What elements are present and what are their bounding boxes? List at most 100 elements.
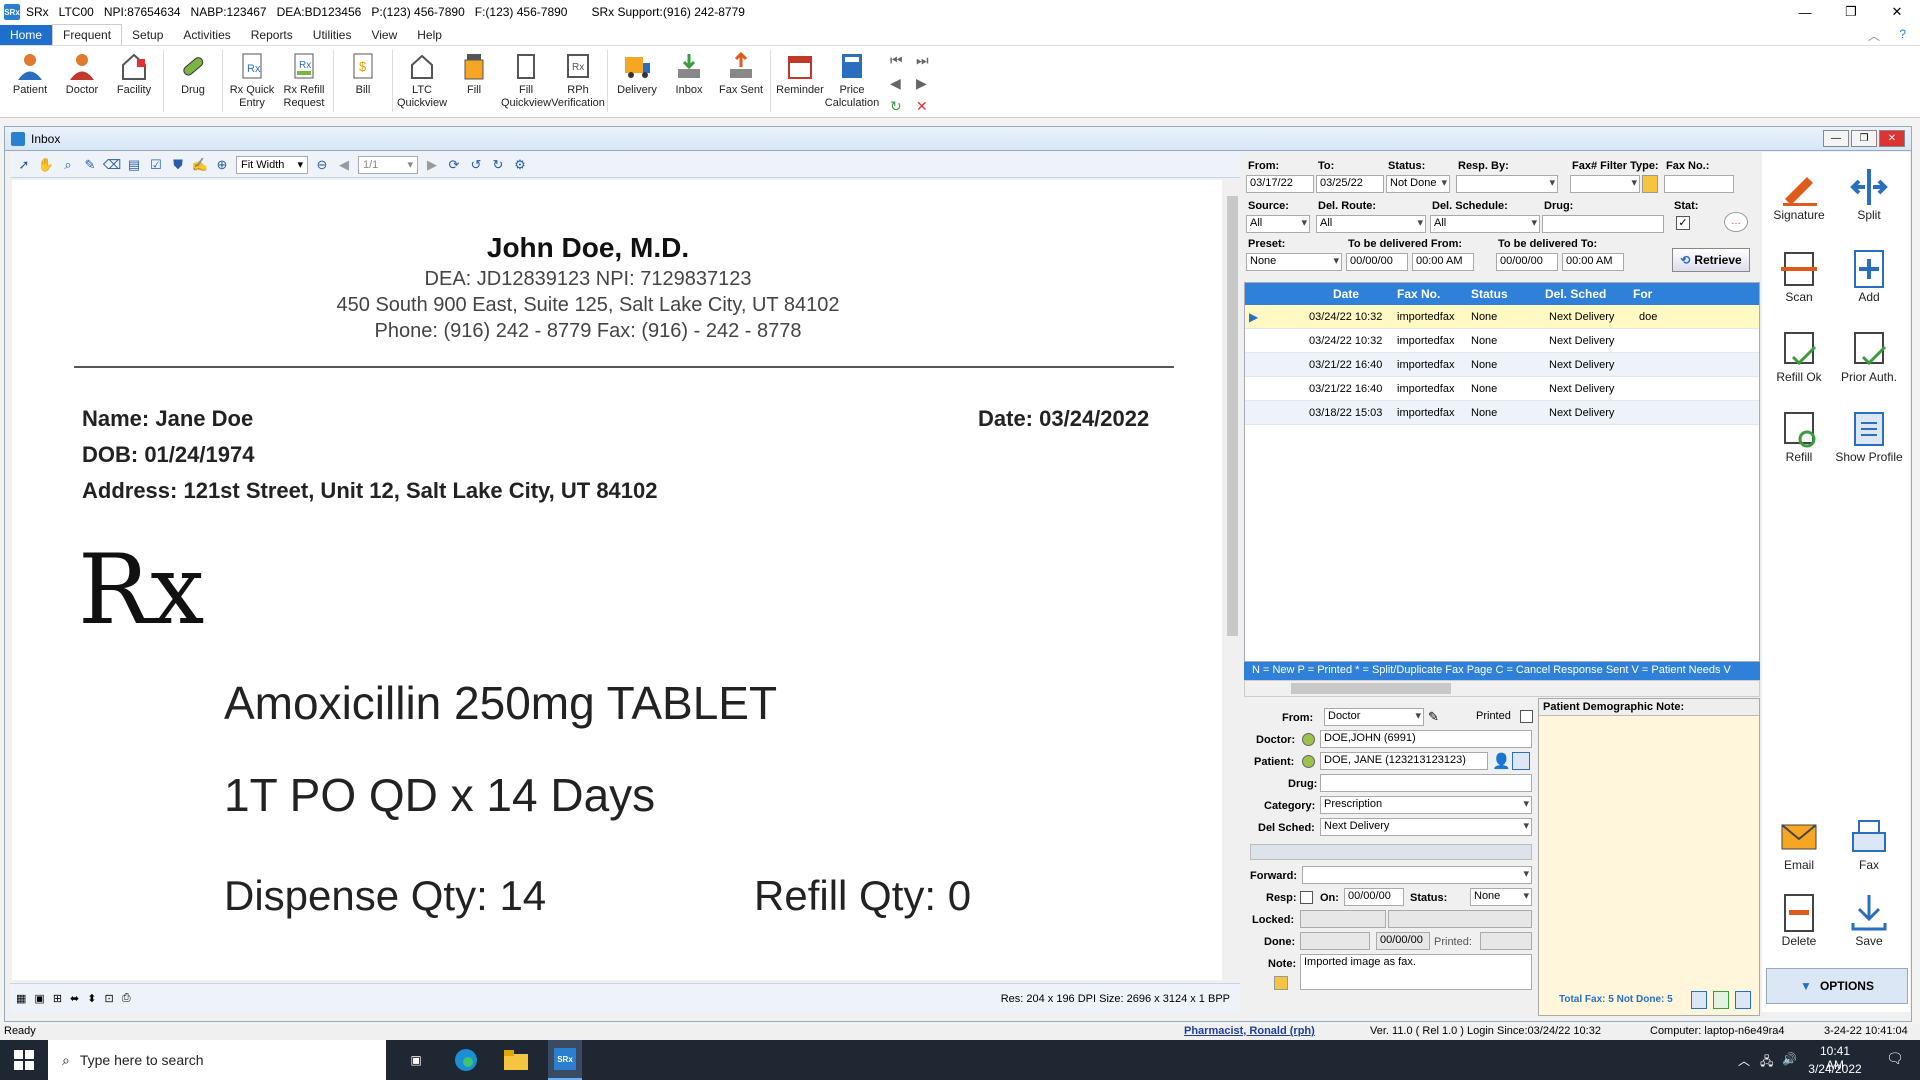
table-row[interactable]: 03/21/22 16:40 importedfax None Next Del… <box>1245 353 1759 377</box>
taskbar-search[interactable]: ⌕ Type here to search <box>48 1040 386 1080</box>
settings-icon[interactable]: ⚙ <box>512 157 528 173</box>
patient-field[interactable]: DOE, JANE (123213123123) <box>1320 752 1488 770</box>
actual-size-icon[interactable]: ⊡ <box>104 992 113 1005</box>
fit-page-icon[interactable]: ⊞ <box>53 992 62 1005</box>
fill-button[interactable]: Fill <box>448 50 500 97</box>
rotate-left-icon[interactable]: ↺ <box>468 157 484 173</box>
delete-button[interactable]: Delete <box>1764 892 1834 948</box>
fill-quickview-button[interactable]: Fill Quickview <box>500 50 552 110</box>
first-record-icon[interactable]: ⏮ <box>890 52 916 69</box>
stat-checkbox[interactable]: ✓ <box>1676 216 1690 230</box>
table-row[interactable]: 03/18/22 15:03 importedfax None Next Del… <box>1245 401 1759 425</box>
menu-setup[interactable]: Setup <box>122 25 173 45</box>
next-record-icon[interactable]: ▶ <box>916 75 942 92</box>
refresh-icon[interactable]: ↻ <box>890 98 916 115</box>
refill-ok-button[interactable]: Refill Ok <box>1764 328 1834 384</box>
menu-utilities[interactable]: Utilities <box>303 25 362 45</box>
email-button[interactable]: Email <box>1764 816 1834 872</box>
drug-button[interactable]: Drug <box>167 50 219 97</box>
signature-button[interactable]: Signature <box>1764 166 1834 222</box>
inbox-button[interactable]: Inbox <box>663 50 715 97</box>
status-select[interactable]: Not Done <box>1386 175 1450 193</box>
split-button[interactable]: Split <box>1834 166 1904 222</box>
zoom-out-icon[interactable]: ⊖ <box>314 157 330 173</box>
fax-sent-button[interactable]: Fax Sent <box>715 50 767 97</box>
menu-reports[interactable]: Reports <box>241 25 303 45</box>
menu-view[interactable]: View <box>361 25 407 45</box>
menu-home[interactable]: Home <box>0 25 53 45</box>
ltc-quickview-button[interactable]: LTC Quickview <box>396 50 448 110</box>
cancel-icon[interactable]: ✕ <box>916 98 942 115</box>
from-select[interactable]: Doctor <box>1324 708 1424 726</box>
last-record-icon[interactable]: ⏭ <box>916 52 942 69</box>
edge-browser-icon[interactable] <box>452 1046 480 1074</box>
pdf-icon[interactable]: ▣ <box>34 992 44 1005</box>
printed-checkbox[interactable] <box>1520 710 1533 723</box>
taskbar-date[interactable]: 3/24/2022 <box>1806 1062 1864 1076</box>
add-button[interactable]: Add <box>1834 248 1904 304</box>
export-icon[interactable] <box>1713 991 1729 1009</box>
col-for[interactable]: For <box>1633 287 1652 301</box>
minimize-icon[interactable]: — <box>1782 0 1828 24</box>
del-schedule-select[interactable]: All <box>1430 215 1540 233</box>
doctor-button[interactable]: Doctor <box>56 50 108 97</box>
tbd-from-date[interactable]: 00/00/00 <box>1346 253 1408 271</box>
resp-checkbox[interactable] <box>1300 891 1313 904</box>
zoom-in-icon[interactable]: ⊕ <box>214 157 230 173</box>
drug-input[interactable] <box>1542 215 1664 233</box>
resp-status-select[interactable]: None <box>1470 888 1532 906</box>
retrieve-button[interactable]: ⟲ Retrieve <box>1672 248 1750 272</box>
clipboard-icon[interactable] <box>1642 175 1658 193</box>
menu-help[interactable]: Help <box>407 25 452 45</box>
prev-page-icon[interactable]: ◀ <box>336 157 352 173</box>
facility-button[interactable]: Facility <box>108 50 160 97</box>
price-calculation-button[interactable]: Price Calculation <box>825 50 879 110</box>
fax-no-input[interactable] <box>1664 175 1734 193</box>
menu-frequent[interactable]: Frequent <box>52 24 123 45</box>
page-icon[interactable]: ▤ <box>126 157 142 173</box>
windows-start-icon[interactable] <box>10 1046 38 1074</box>
srx-taskbar-icon[interactable]: SRx <box>548 1040 582 1080</box>
rx-quick-entry-button[interactable]: Rx Rx Quick Entry <box>226 50 278 110</box>
table-row[interactable]: 03/21/22 16:40 importedfax None Next Del… <box>1245 377 1759 401</box>
next-page-icon[interactable]: ▶ <box>424 157 440 173</box>
inbox-restore-icon[interactable]: ❐ <box>1851 130 1877 147</box>
rx-refill-request-button[interactable]: Rx Rx Refill Request <box>278 50 330 110</box>
hand-icon[interactable]: ✋ <box>38 157 54 173</box>
pen-icon[interactable]: ✎ <box>82 157 98 173</box>
doctor-field[interactable]: DOE,JOHN (6991) <box>1320 730 1532 748</box>
bill-button[interactable]: $ Bill <box>337 50 389 97</box>
edit-icon[interactable]: ✎ <box>1428 709 1439 725</box>
category-select[interactable]: Prescription <box>1320 796 1532 814</box>
fit-width-icon[interactable]: ⬌ <box>70 992 79 1005</box>
network-icon[interactable]: 🖧 <box>1760 1052 1773 1073</box>
rotate-right-icon[interactable]: ↻ <box>490 157 506 173</box>
source-select[interactable]: All <box>1246 215 1310 233</box>
preset-select[interactable]: None <box>1246 253 1342 271</box>
tbd-from-time[interactable]: 00:00 AM <box>1412 253 1474 271</box>
inbox-close-icon[interactable]: ✕ <box>1879 130 1905 147</box>
eraser-icon[interactable]: ⌫ <box>103 157 121 173</box>
on-date-input[interactable]: 00/00/00 <box>1344 888 1404 906</box>
prior-auth-button[interactable]: Prior Auth. <box>1834 328 1904 384</box>
help-icon[interactable]: ? <box>1899 27 1906 41</box>
magnify-icon[interactable]: ⌕ <box>60 157 76 173</box>
refill-button[interactable]: Refill <box>1764 408 1834 464</box>
scan-button[interactable]: Scan <box>1764 248 1834 304</box>
more-options-icon[interactable]: … <box>1724 212 1748 232</box>
patient-button[interactable]: Patient <box>4 50 56 97</box>
inbox-minimize-icon[interactable]: — <box>1823 130 1849 147</box>
pointer-icon[interactable]: ➚ <box>16 157 32 173</box>
to-date-input[interactable]: 03/25/22 <box>1316 175 1384 193</box>
note-icon[interactable] <box>1274 976 1288 990</box>
show-profile-button[interactable]: Show Profile <box>1834 408 1904 464</box>
drug-field[interactable] <box>1320 774 1532 792</box>
rph-verification-button[interactable]: Rx RPh Verification <box>551 50 605 110</box>
checkbox-icon[interactable]: ☑ <box>148 157 164 173</box>
col-date[interactable]: Date <box>1333 287 1359 301</box>
fit-height-icon[interactable]: ⬍ <box>87 992 96 1005</box>
zoom-select[interactable]: Fit Width ▾ <box>236 155 308 174</box>
options-button[interactable]: ▼ OPTIONS <box>1766 968 1908 1004</box>
task-view-icon[interactable]: ▣ <box>402 1046 430 1074</box>
annotate-icon[interactable]: ✍ <box>192 157 208 173</box>
